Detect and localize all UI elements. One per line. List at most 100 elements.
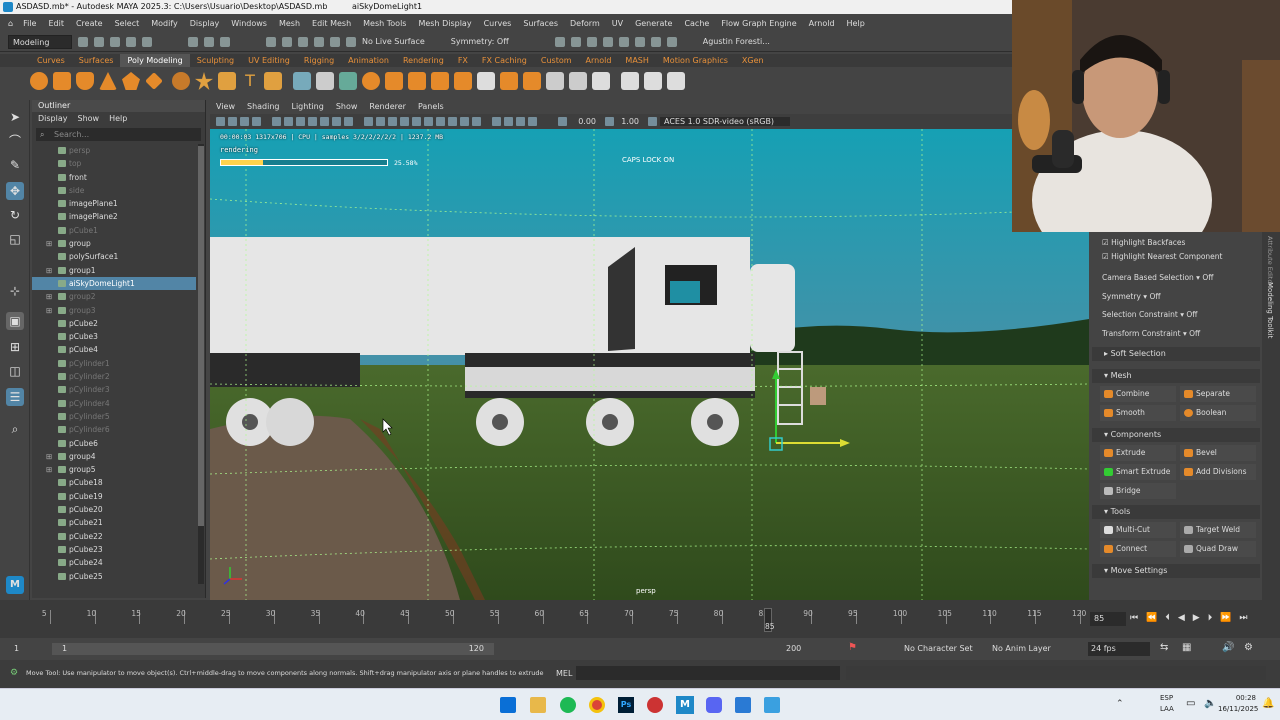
- smooth-shelf-icon[interactable]: [339, 72, 357, 90]
- move-settings-section[interactable]: ▾ Move Settings: [1092, 564, 1260, 578]
- poly-torus-icon[interactable]: [172, 72, 190, 90]
- play-forward-icon[interactable]: ▶: [1193, 613, 1200, 623]
- expand-icon[interactable]: ⊞: [46, 237, 52, 250]
- shelf-tab-motion-graphics[interactable]: Motion Graphics: [656, 54, 735, 67]
- menu-curves[interactable]: Curves: [478, 19, 518, 28]
- xray-icon[interactable]: [504, 117, 513, 126]
- shelf-tab-animation[interactable]: Animation: [341, 54, 396, 67]
- multicut-shelf-icon[interactable]: [477, 72, 495, 90]
- menu-uv[interactable]: UV: [606, 19, 629, 28]
- image-plane-icon[interactable]: [252, 117, 261, 126]
- expand-icon[interactable]: ⊞: [46, 290, 52, 303]
- live-surface-label[interactable]: No Live Surface: [362, 37, 425, 46]
- menuset-dropdown[interactable]: Modeling: [8, 34, 72, 49]
- uv-layout-shelf-icon[interactable]: [592, 72, 610, 90]
- menu-mesh-tools[interactable]: Mesh Tools: [357, 19, 412, 28]
- step-forward-frame-icon[interactable]: ⏵: [1208, 613, 1213, 623]
- uv-editor-shelf-icon[interactable]: [546, 72, 564, 90]
- expand-icon[interactable]: ⊞: [46, 304, 52, 317]
- search-icon[interactable]: ⌕: [6, 420, 24, 438]
- shelf-tab-poly-modeling[interactable]: Poly Modeling: [120, 54, 190, 67]
- outliner-menu-display[interactable]: Display: [38, 112, 68, 126]
- rotate-tool-icon[interactable]: ↻: [6, 206, 24, 224]
- super-shape-icon[interactable]: [195, 72, 213, 90]
- outliner-item[interactable]: pCylinder6: [32, 423, 196, 436]
- select-component-icon[interactable]: [220, 36, 230, 47]
- xray-joints-icon[interactable]: [516, 117, 525, 126]
- outliner-menu-show[interactable]: Show: [78, 112, 100, 126]
- outliner-item[interactable]: ⊞ group4: [32, 450, 196, 463]
- exposure-field[interactable]: 0.00: [570, 117, 596, 126]
- pause-icon[interactable]: [650, 36, 661, 47]
- step-forward-key-icon[interactable]: ⏩: [1220, 613, 1231, 623]
- outliner-item[interactable]: top: [32, 157, 196, 170]
- home-icon[interactable]: ⌂: [4, 19, 17, 28]
- smooth-shade-icon[interactable]: [376, 117, 385, 126]
- menu-display[interactable]: Display: [184, 19, 226, 28]
- notifications-icon[interactable]: 🔔: [1262, 698, 1274, 709]
- wireframe-on-shaded-icon[interactable]: [388, 117, 397, 126]
- menu-select[interactable]: Select: [109, 19, 146, 28]
- outliner-item[interactable]: ⊞ group5: [32, 463, 196, 476]
- outliner-layout-icon[interactable]: ☰: [6, 388, 24, 406]
- outliner-item[interactable]: pCube20: [32, 503, 196, 516]
- modeling-toolkit-tab[interactable]: Modeling Toolkit: [1266, 282, 1274, 338]
- expand-icon[interactable]: ⊞: [46, 463, 52, 476]
- gamma-icon[interactable]: [605, 117, 614, 126]
- highlight-nearest-option[interactable]: ☑ Highlight Nearest Component: [1102, 252, 1222, 261]
- components-section[interactable]: ▾ Components: [1092, 428, 1260, 442]
- smart-extrude-button[interactable]: Smart Extrude: [1100, 464, 1176, 480]
- clock-time[interactable]: 00:28: [1220, 694, 1256, 702]
- outliner-item[interactable]: pCube25: [32, 570, 196, 583]
- range-bar[interactable]: 1 120: [52, 643, 494, 655]
- svg-icon[interactable]: [218, 72, 236, 90]
- smooth-button[interactable]: Smooth: [1100, 405, 1176, 421]
- shelf-tab-surfaces[interactable]: Surfaces: [72, 54, 121, 67]
- start-time-field[interactable]: 1: [14, 644, 19, 653]
- color-mgmt-icon[interactable]: [648, 117, 657, 126]
- outliner-item[interactable]: pCylinder4: [32, 397, 196, 410]
- outliner-item[interactable]: polySurface1: [32, 250, 196, 263]
- outliner-item[interactable]: pCylinder1: [32, 357, 196, 370]
- camera-based-selection[interactable]: Camera Based Selection ▾ Off: [1102, 273, 1213, 282]
- outliner-item[interactable]: pCube18: [32, 476, 196, 489]
- menu-mesh-display[interactable]: Mesh Display: [412, 19, 477, 28]
- expand-icon[interactable]: ⊞: [46, 450, 52, 463]
- poly-cylinder-icon[interactable]: [76, 72, 94, 90]
- outliner-item[interactable]: pCube22: [32, 530, 196, 543]
- poly-cone-icon[interactable]: [99, 72, 117, 90]
- camera-select-icon[interactable]: [216, 117, 225, 126]
- outliner-item[interactable]: ⊞ group: [32, 237, 196, 250]
- outliner-item[interactable]: pCube24: [32, 556, 196, 569]
- select-tool-icon[interactable]: ➤: [6, 108, 24, 126]
- play-back-icon[interactable]: ◀: [1178, 613, 1185, 623]
- vp-menu-panels[interactable]: Panels: [418, 100, 444, 114]
- move-tool-icon[interactable]: ✥: [6, 182, 24, 200]
- combine-button[interactable]: Combine: [1100, 386, 1176, 402]
- lasso-tool-icon[interactable]: ⌒: [6, 132, 24, 150]
- spotify-icon[interactable]: [560, 697, 576, 713]
- outliner-item[interactable]: pCube4: [32, 343, 196, 356]
- outliner-item[interactable]: front: [32, 171, 196, 184]
- outliner-item[interactable]: ⊞ group3: [32, 304, 196, 317]
- hypershade-icon[interactable]: [618, 36, 629, 47]
- backface-icon[interactable]: [528, 117, 537, 126]
- sound-icon[interactable]: 🔊: [1222, 642, 1234, 653]
- shelf-tab-rendering[interactable]: Rendering: [396, 54, 451, 67]
- outliner-item[interactable]: pCylinder3: [32, 383, 196, 396]
- menu-surfaces[interactable]: Surfaces: [517, 19, 564, 28]
- isolate-icon[interactable]: [492, 117, 501, 126]
- chrome-icon[interactable]: [589, 697, 605, 713]
- vp-menu-shading[interactable]: Shading: [247, 100, 280, 114]
- outliner-item[interactable]: pCylinder2: [32, 370, 196, 383]
- photoshop-icon[interactable]: Ps: [618, 697, 634, 713]
- menu-flow-graph[interactable]: Flow Graph Engine: [715, 19, 802, 28]
- render-view-icon[interactable]: [554, 36, 565, 47]
- maya-taskbar-icon[interactable]: M: [676, 696, 694, 714]
- shelf-tab-sculpting[interactable]: Sculpting: [190, 54, 241, 67]
- menu-edit-mesh[interactable]: Edit Mesh: [306, 19, 357, 28]
- select-object-icon[interactable]: [204, 36, 214, 47]
- cache-playback-icon[interactable]: ▦: [1182, 642, 1191, 653]
- snap-curve-icon[interactable]: [282, 36, 292, 47]
- render-settings-icon[interactable]: [602, 36, 613, 47]
